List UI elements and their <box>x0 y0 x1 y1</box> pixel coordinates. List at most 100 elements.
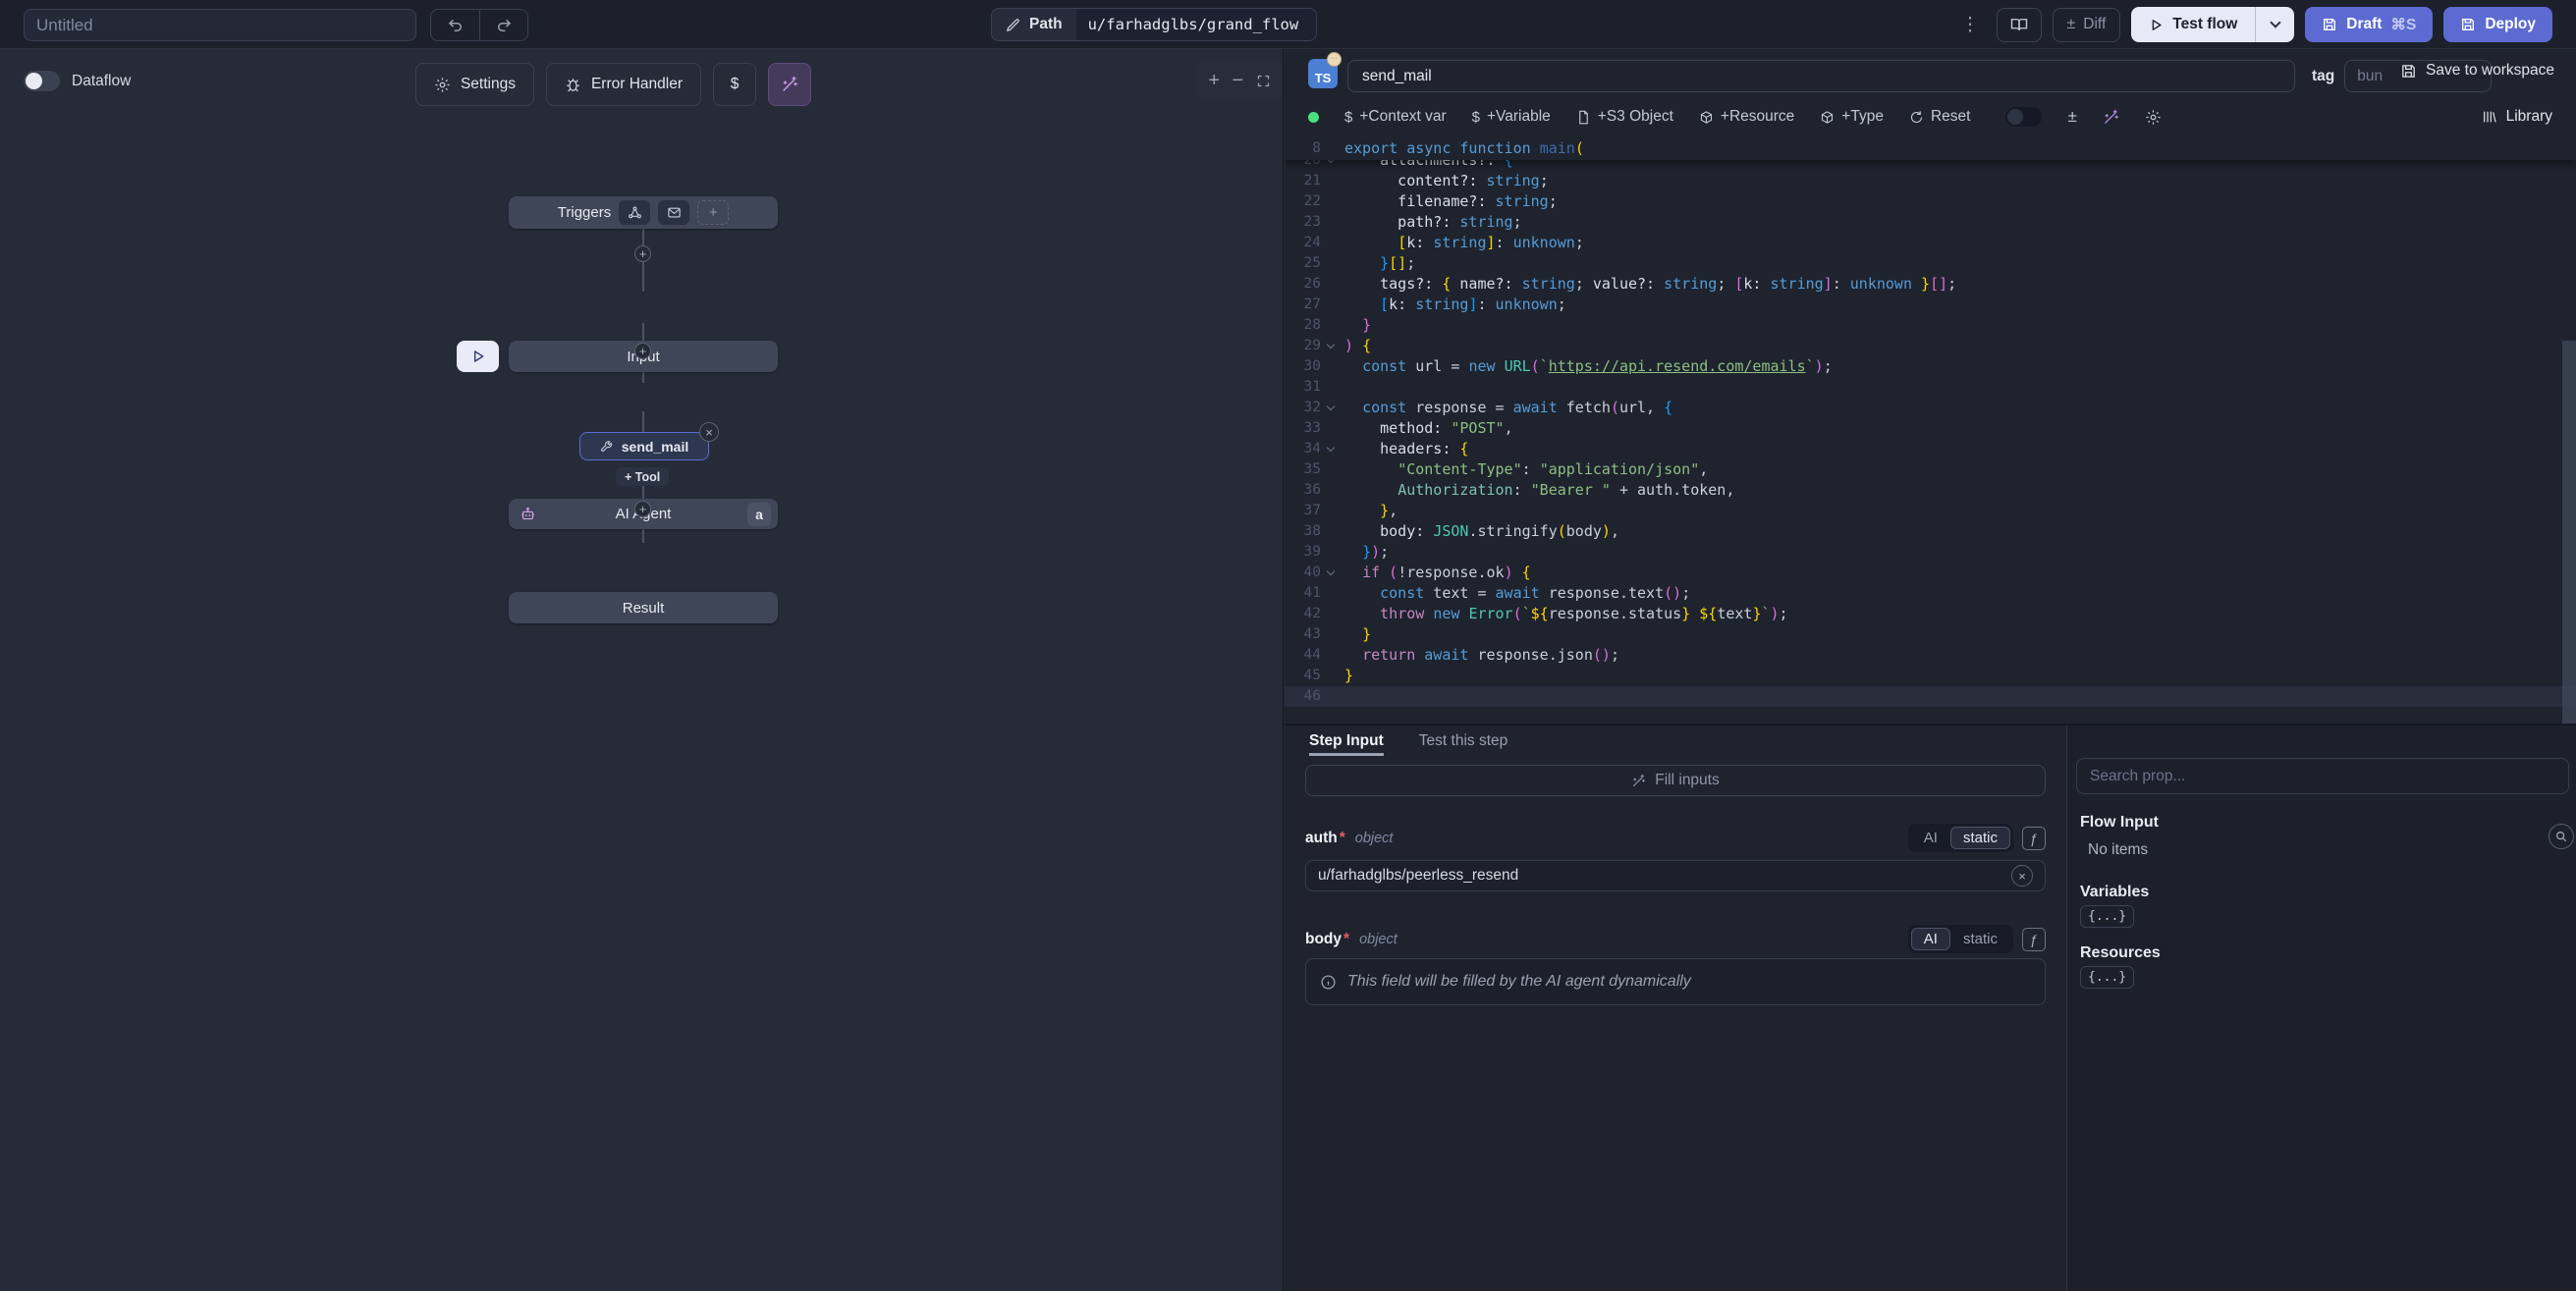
code-line[interactable]: 34 headers: { <box>1285 439 2576 459</box>
fit-view-button[interactable] <box>1256 74 1271 88</box>
code-line[interactable]: 24 [k: string]: unknown; <box>1285 233 2576 253</box>
insert-step-button[interactable]: + <box>634 245 651 262</box>
auth-mode-ai[interactable]: AI <box>1911 827 1950 849</box>
code-line[interactable]: 44 return await response.json(); <box>1285 645 2576 666</box>
triggers-node[interactable]: Triggers + <box>509 196 778 229</box>
step-input-section: Step Input Test this step Fill inputs au… <box>1285 726 2066 1291</box>
code-line[interactable]: 35 "Content-Type": "application/json", <box>1285 459 2576 480</box>
plus-minus-icon[interactable]: ± <box>2067 107 2076 127</box>
code-line[interactable]: 46 <box>1285 686 2576 707</box>
save-to-workspace-button[interactable]: Save to workspace <box>2400 62 2554 80</box>
add-type-button[interactable]: +Type <box>1820 108 1884 126</box>
code-line[interactable]: 29) { <box>1285 336 2576 356</box>
auth-mode-static[interactable]: static <box>1950 827 2010 849</box>
code-line[interactable]: 37 }, <box>1285 501 2576 521</box>
code-line[interactable]: 45} <box>1285 666 2576 686</box>
play-icon <box>2149 18 2164 32</box>
cache-button[interactable]: $ <box>713 63 756 106</box>
diff-mode-toggle[interactable] <box>2005 107 2042 127</box>
editor-scrollbar[interactable] <box>2562 341 2576 724</box>
body-field-type: object <box>1359 932 1398 947</box>
code-line[interactable]: 42 throw new Error(`${response.status} $… <box>1285 604 2576 624</box>
code-line[interactable]: 41 const text = await response.text(); <box>1285 583 2576 604</box>
add-s3-object-button[interactable]: +S3 Object <box>1576 108 1673 126</box>
save-icon <box>2460 17 2476 32</box>
add-context-var-button[interactable]: $ +Context var <box>1344 108 1447 126</box>
resources-object-chip[interactable]: {...} <box>2080 966 2134 989</box>
code-line[interactable]: 31 <box>1285 377 2576 398</box>
code-line[interactable]: 30 const url = new URL(`https://api.rese… <box>1285 356 2576 377</box>
add-tool-button[interactable]: + Tool <box>616 467 669 486</box>
code-line[interactable]: 26 tags?: { name?: string; value?: strin… <box>1285 274 2576 295</box>
step-name-input[interactable] <box>1347 60 2295 92</box>
expression-mode-icon[interactable]: ƒ <box>2022 928 2046 951</box>
code-line[interactable]: 28 } <box>1285 315 2576 336</box>
tab-test-this-step[interactable]: Test this step <box>1419 726 1507 756</box>
editor-settings-button[interactable] <box>2145 109 2162 126</box>
insert-step-button[interactable]: + <box>634 343 651 359</box>
webhook-trigger-button[interactable] <box>619 200 650 225</box>
fill-inputs-button[interactable]: Fill inputs <box>1305 765 2046 796</box>
test-flow-button[interactable]: Test flow <box>2131 7 2294 42</box>
tab-step-input[interactable]: Step Input <box>1309 726 1384 756</box>
library-button[interactable]: Library <box>2482 96 2552 137</box>
redo-button[interactable] <box>479 10 527 40</box>
add-trigger-button[interactable]: + <box>697 200 729 225</box>
search-prop-input[interactable] <box>2076 758 2569 794</box>
zoom-in-button[interactable]: + <box>1208 70 1220 92</box>
fold-chevron-icon[interactable] <box>1327 567 1335 575</box>
add-resource-button[interactable]: +Resource <box>1699 108 1794 126</box>
variables-object-chip[interactable]: {...} <box>2080 905 2134 928</box>
code-line[interactable]: 23 path?: string; <box>1285 212 2576 233</box>
code-line[interactable]: 32 const response = await fetch(url, { <box>1285 398 2576 418</box>
fold-chevron-icon[interactable] <box>1327 341 1335 349</box>
diff-button[interactable]: ± Diff <box>2053 8 2121 42</box>
top-bar: Path u/farhadglbs/grand_flow ⋮ ± Diff Te… <box>0 0 2576 49</box>
expression-mode-icon[interactable]: ƒ <box>2022 827 2046 850</box>
flow-path-chip[interactable]: Path u/farhadglbs/grand_flow <box>991 8 1317 41</box>
code-line[interactable]: 22 filename?: string; <box>1285 191 2576 212</box>
fold-chevron-icon[interactable] <box>1327 444 1335 452</box>
send-mail-node[interactable]: send_mail <box>579 432 709 460</box>
code-line[interactable]: 40 if (!response.ok) { <box>1285 563 2576 583</box>
code-line[interactable]: 36 Authorization: "Bearer " + auth.token… <box>1285 480 2576 501</box>
email-trigger-button[interactable] <box>658 200 689 225</box>
fit-view-icon <box>1256 74 1271 88</box>
ai-wand-button[interactable] <box>2103 109 2119 126</box>
fold-chevron-icon[interactable] <box>1327 403 1335 410</box>
settings-button[interactable]: Settings <box>415 63 534 106</box>
reset-button[interactable]: Reset <box>1909 108 1971 126</box>
code-line[interactable]: 43 } <box>1285 624 2576 645</box>
run-flow-button[interactable] <box>457 341 499 372</box>
result-node[interactable]: Result <box>509 592 778 623</box>
zoom-out-button[interactable]: − <box>1233 70 1244 92</box>
body-mode-ai[interactable]: AI <box>1911 928 1950 950</box>
code-line[interactable]: 39 }); <box>1285 542 2576 563</box>
flow-name-input[interactable] <box>24 9 416 41</box>
clear-auth-button[interactable]: × <box>2011 865 2033 887</box>
code-line[interactable]: 21 content?: string; <box>1285 171 2576 191</box>
insert-step-button[interactable]: + <box>634 501 651 517</box>
test-flow-dropdown[interactable] <box>2255 7 2294 42</box>
error-handler-button[interactable]: Error Handler <box>546 63 701 106</box>
deploy-button[interactable]: Deploy <box>2443 7 2552 42</box>
undo-button[interactable] <box>431 10 479 40</box>
code-line[interactable]: 25 }[]; <box>1285 253 2576 274</box>
auth-value-input[interactable] <box>1305 860 2046 891</box>
magnifier-button[interactable] <box>2549 824 2574 849</box>
kebab-menu-icon[interactable]: ⋮ <box>1955 14 1986 36</box>
remove-step-button[interactable]: × <box>699 422 719 442</box>
docs-button[interactable] <box>1997 8 2042 42</box>
ai-assistant-button[interactable] <box>768 63 811 106</box>
dataflow-toggle[interactable]: Dataflow <box>24 71 131 91</box>
add-variable-button[interactable]: $ +Variable <box>1472 108 1551 126</box>
code-editor[interactable]: 20 attachments?: {21 content?: string;22… <box>1285 137 2576 724</box>
code-line[interactable]: 27 [k: string]: unknown; <box>1285 295 2576 315</box>
package-icon <box>1699 110 1714 125</box>
flow-canvas-panel: Dataflow Settings Error Handler $ <box>0 49 1284 1291</box>
draft-button[interactable]: Draft ⌘S <box>2305 7 2433 42</box>
code-line[interactable]: 38 body: JSON.stringify(body), <box>1285 521 2576 542</box>
auth-field-type: object <box>1355 831 1394 846</box>
body-mode-static[interactable]: static <box>1950 928 2010 950</box>
code-line[interactable]: 33 method: "POST", <box>1285 418 2576 439</box>
